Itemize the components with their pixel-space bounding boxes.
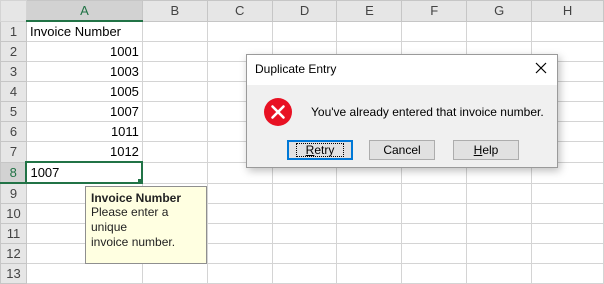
cell-g9[interactable]: [466, 182, 533, 204]
column-header-d[interactable]: D: [271, 0, 338, 22]
cell-b5[interactable]: [141, 101, 208, 122]
cell-value: 1011: [110, 124, 139, 139]
row-header-4[interactable]: 4: [0, 81, 27, 102]
column-header-f[interactable]: F: [401, 0, 468, 22]
cell-f11[interactable]: [401, 223, 468, 244]
close-icon[interactable]: [531, 58, 551, 78]
cancel-button[interactable]: Cancel: [369, 140, 435, 160]
cell-b1[interactable]: [141, 20, 208, 42]
cell-a4[interactable]: 1005: [25, 81, 143, 102]
duplicate-entry-dialog: Duplicate Entry You've already entered t…: [246, 54, 558, 168]
cell-h11[interactable]: [531, 223, 604, 244]
cell-g1[interactable]: [466, 20, 533, 42]
cell-b4[interactable]: [141, 81, 208, 102]
help-button[interactable]: Help: [453, 140, 519, 160]
dialog-message: You've already entered that invoice numb…: [311, 105, 544, 119]
row-header-5[interactable]: 5: [0, 101, 27, 122]
cell-b6[interactable]: [141, 121, 208, 142]
cell-c1[interactable]: [206, 20, 273, 42]
cell-a5[interactable]: 1007: [25, 101, 143, 122]
cell-d10[interactable]: [271, 203, 338, 224]
cell-c12[interactable]: [206, 243, 273, 264]
sheet-row: 1 Invoice Number: [0, 20, 604, 42]
cell-value: 1007: [30, 165, 60, 180]
retry-label: etry: [314, 143, 335, 157]
column-header-b[interactable]: B: [141, 0, 208, 22]
error-icon: [263, 97, 293, 127]
cell-e1[interactable]: [336, 20, 403, 42]
row-header-11[interactable]: 11: [0, 223, 27, 244]
column-header-h[interactable]: H: [531, 0, 604, 22]
cell-d12[interactable]: [271, 243, 338, 264]
row-header-1[interactable]: 1: [0, 20, 27, 42]
cell-f10[interactable]: [401, 203, 468, 224]
cell-e10[interactable]: [336, 203, 403, 224]
select-all-corner[interactable]: [0, 0, 27, 22]
input-message-tooltip: Invoice Number Please enter a unique inv…: [85, 186, 207, 264]
row-header-2[interactable]: 2: [0, 41, 27, 62]
row-header-7[interactable]: 7: [0, 141, 27, 163]
cell-g10[interactable]: [466, 203, 533, 224]
cell-b8[interactable]: [141, 161, 208, 184]
cell-c10[interactable]: [206, 203, 273, 224]
cell-value: 1005: [109, 84, 139, 99]
tooltip-body-line1: Please enter a unique: [91, 205, 169, 234]
cell-a3[interactable]: 1003: [25, 61, 143, 82]
cell-h12[interactable]: [531, 243, 604, 264]
tooltip-body-line2: invoice number.: [91, 235, 176, 249]
cell-value: 1007: [109, 104, 139, 119]
dialog-title: Duplicate Entry: [255, 62, 337, 76]
help-label: elp: [482, 143, 499, 157]
cell-g12[interactable]: [466, 243, 533, 264]
column-header-e[interactable]: E: [336, 0, 403, 22]
cell-f12[interactable]: [401, 243, 468, 264]
row-header-9[interactable]: 9: [0, 182, 27, 204]
cell-value: Invoice Number: [29, 24, 122, 39]
cell-h1[interactable]: [531, 20, 604, 42]
cell-f1[interactable]: [401, 20, 468, 42]
cell-c9[interactable]: [206, 182, 273, 204]
cell-d1[interactable]: [271, 20, 338, 42]
cell-a7[interactable]: 1012: [25, 141, 143, 163]
fill-handle[interactable]: [137, 178, 141, 181]
column-header-g[interactable]: G: [466, 0, 533, 22]
cell-b2[interactable]: [141, 41, 208, 62]
cell-a2[interactable]: 1001: [25, 41, 143, 62]
row-header-8[interactable]: 8: [0, 161, 28, 184]
cell-c11[interactable]: [206, 223, 273, 244]
tooltip-title: Invoice Number: [91, 191, 182, 205]
cell-e12[interactable]: [336, 243, 403, 264]
cell-h9[interactable]: [531, 182, 604, 204]
cell-h10[interactable]: [531, 203, 604, 224]
cell-a6[interactable]: 1011: [25, 121, 143, 142]
row-header-6[interactable]: 6: [0, 121, 27, 142]
cell-d9[interactable]: [271, 182, 338, 204]
cell-b3[interactable]: [141, 61, 208, 82]
cell-f9[interactable]: [401, 182, 468, 204]
cell-g11[interactable]: [466, 223, 533, 244]
row-header-10[interactable]: 10: [0, 203, 27, 224]
cell-value: 1003: [109, 64, 139, 79]
column-header-c[interactable]: C: [206, 0, 273, 22]
active-cell-a8[interactable]: 1007: [25, 161, 144, 184]
cell-e9[interactable]: [336, 182, 403, 204]
cell-b7[interactable]: [141, 141, 208, 163]
retry-button[interactable]: Retry: [287, 140, 353, 160]
cell-value: 1001: [109, 44, 139, 59]
cancel-label: Cancel: [383, 143, 421, 157]
row-header-3[interactable]: 3: [0, 61, 27, 82]
cell-d11[interactable]: [271, 223, 338, 244]
cell-e11[interactable]: [336, 223, 403, 244]
cell-a1[interactable]: Invoice Number: [25, 20, 143, 42]
column-header-a[interactable]: A: [25, 0, 143, 22]
dialog-body: You've already entered that invoice numb…: [247, 85, 557, 167]
cell-value: 1012: [109, 144, 139, 159]
row-header-12[interactable]: 12: [0, 243, 27, 264]
